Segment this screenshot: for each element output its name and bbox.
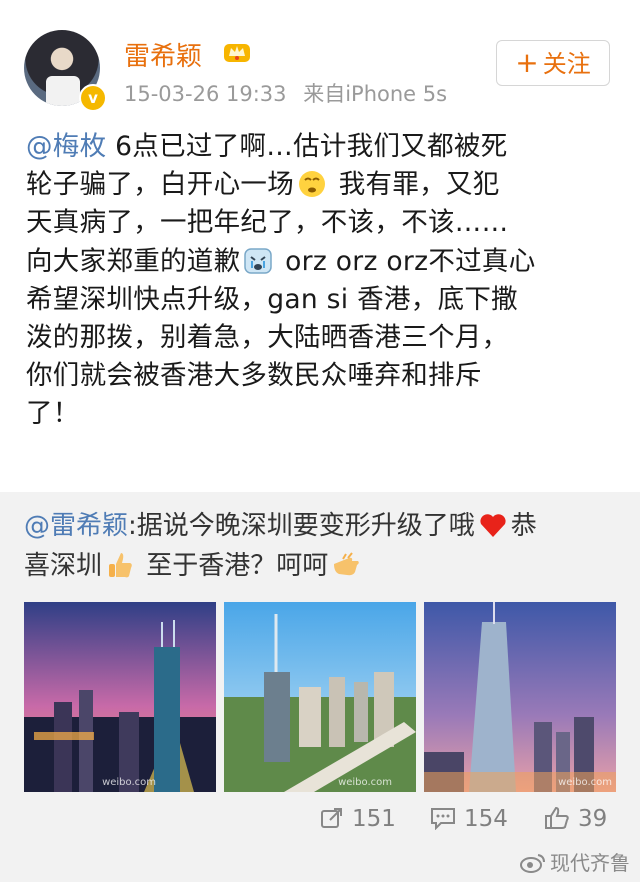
like-icon	[545, 806, 569, 829]
post-text: orz orz orz不过真心	[276, 245, 536, 277]
post-text: 天真病了，一把年纪了，不该，不该……	[26, 207, 509, 239]
post-content: @梅枚 6点已过了啊…估计我们又都被死 轮子骗了，白开心一场 我有罪，又犯 天真…	[26, 128, 616, 434]
weibo-logo-icon	[520, 854, 545, 873]
dizzy-face-emoji-icon	[299, 171, 325, 198]
image-watermark: weibo.com	[102, 777, 156, 788]
repost-icon	[321, 808, 342, 828]
image-watermark: weibo.com	[558, 777, 612, 788]
thumbs-up-emoji-icon	[109, 553, 132, 578]
post-text: 了！	[26, 398, 80, 430]
post-text: 希望深圳快点升级，gan si 香港，底下撒	[26, 283, 518, 315]
action-bar: 151 154 39	[0, 802, 640, 842]
username[interactable]: 雷希颖	[124, 36, 202, 73]
comment-action[interactable]: 154	[430, 806, 508, 832]
post-text: 泼的那拨，别着急，大陆晒香港三个月，	[26, 322, 509, 354]
post-text: 你们就会被香港大多数民众唾弃和排斥	[26, 360, 482, 392]
red-heart-icon	[480, 514, 506, 537]
like-count: 39	[578, 806, 608, 832]
post-text: 轮子骗了，白开心一场	[26, 169, 294, 201]
post-timestamp: 15-03-26 19:33	[124, 82, 287, 106]
verified-badge-icon: v	[79, 84, 107, 112]
repost-text: @雷希颖:据说今晚深圳要变形升级了哦 恭 喜深圳 至于香港？呵呵	[24, 506, 620, 586]
watermark-text: 现代齐鲁	[550, 851, 630, 875]
repost-mention-link[interactable]: @雷希颖	[24, 511, 128, 541]
post-meta: 15-03-26 19:33 来自iPhone 5s	[124, 78, 447, 108]
repost-text-part: :据说今晚深圳要变形升级了哦	[128, 511, 475, 541]
vip-crown-icon	[224, 44, 250, 62]
repost-action[interactable]: 151	[320, 806, 396, 832]
post-header: v 雷希颖 15-03-26 19:33 来自iPhone 5s + 关注	[0, 0, 640, 120]
like-action[interactable]: 39	[544, 806, 607, 832]
comment-icon	[431, 808, 455, 831]
repost-image-1[interactable]: weibo.com	[24, 602, 216, 792]
crying-face-emoji-icon	[244, 247, 273, 274]
image-watermark: weibo.com	[338, 777, 392, 788]
repost-text-part: 喜深圳	[24, 551, 103, 581]
source-watermark: 现代齐鲁	[520, 847, 630, 876]
repost-image-3[interactable]: weibo.com	[424, 602, 616, 792]
image-grid: weibo.com weibo.com weibo.com	[24, 602, 616, 792]
post-text: 6点已过了啊…估计我们又都被死	[106, 131, 508, 162]
repost-image-2[interactable]: weibo.com	[224, 602, 416, 792]
repost-text-part: 恭	[510, 511, 537, 541]
comment-count: 154	[464, 806, 508, 832]
post-text: 我有罪，又犯	[330, 169, 500, 201]
post-source: 来自iPhone 5s	[303, 82, 448, 106]
repost-count: 151	[352, 806, 396, 832]
repost-text-part: 至于香港？呵呵	[138, 551, 329, 581]
follow-label: 关注	[542, 50, 591, 78]
pointing-hand-emoji-icon	[334, 552, 360, 576]
follow-button[interactable]: + 关注	[496, 40, 610, 86]
reposted-content[interactable]: @雷希颖:据说今晚深圳要变形升级了哦 恭 喜深圳 至于香港？呵呵 weibo.co…	[0, 492, 640, 882]
plus-icon: +	[515, 46, 539, 79]
post-text: 向大家郑重的道歉	[26, 245, 241, 277]
mention-link[interactable]: @梅枚	[26, 131, 106, 162]
